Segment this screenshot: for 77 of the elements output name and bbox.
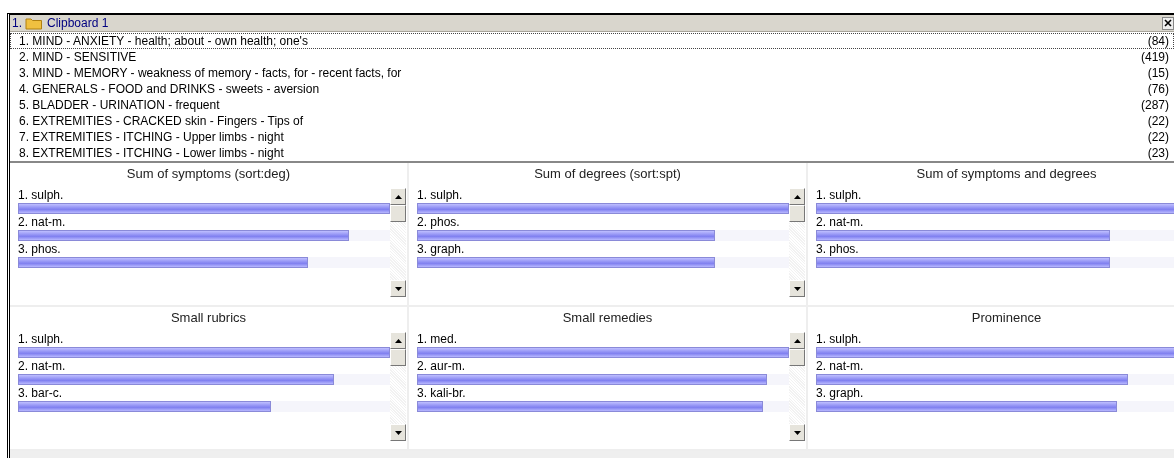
remedy-label: 1. sulph. bbox=[18, 188, 65, 203]
rubric-label: 2. MIND - SENSITIVE bbox=[19, 50, 137, 64]
rubric-count: (22) bbox=[1147, 114, 1169, 128]
rubric-count: (23) bbox=[1147, 146, 1169, 160]
rubric-count: (419) bbox=[1141, 50, 1169, 64]
panel-title: Prominence bbox=[970, 309, 1043, 327]
clipboard-title: Clipboard 1 bbox=[47, 16, 109, 30]
rubric-count: (84) bbox=[1147, 34, 1169, 48]
rubric-row[interactable]: 3. MIND - MEMORY - weakness of memory - facts, for - recent facts, for (15) bbox=[10, 65, 1174, 81]
up-arrow-icon bbox=[394, 194, 402, 199]
down-arrow-icon bbox=[793, 286, 801, 291]
scrollbar[interactable] bbox=[390, 188, 406, 297]
rubric-label: 6. EXTREMITIES - CRACKED skin - Fingers - Tips of bbox=[19, 114, 304, 128]
scroll-up-button[interactable] bbox=[789, 188, 805, 205]
folder-icon bbox=[25, 16, 43, 30]
down-arrow-icon bbox=[394, 430, 402, 435]
panel-title: Sum of symptoms and degrees bbox=[915, 165, 1098, 183]
scroll-down-button[interactable] bbox=[789, 424, 805, 441]
rubric-count: (76) bbox=[1147, 82, 1169, 96]
panel-title: Sum of degrees (sort:spt) bbox=[533, 165, 682, 183]
remedy-label: 2. nat-m. bbox=[18, 359, 67, 374]
rubric-row[interactable]: 7. EXTREMITIES - ITCHING - Upper limbs - night (22) bbox=[10, 129, 1174, 145]
remedy-label: 1. sulph. bbox=[18, 332, 65, 347]
rubric-label: 1. MIND - ANXIETY - health; about - own health; one's bbox=[19, 34, 308, 48]
scroll-thumb[interactable] bbox=[789, 205, 805, 222]
rubric-row[interactable]: 2. MIND - SENSITIVE (419) bbox=[10, 49, 1174, 65]
rubric-label: 7. EXTREMITIES - ITCHING - Upper limbs - night bbox=[19, 130, 284, 144]
remedy-label: 1. sulph. bbox=[417, 188, 464, 203]
clipboard-number: 1. bbox=[12, 16, 22, 30]
up-arrow-icon bbox=[793, 338, 801, 343]
up-arrow-icon bbox=[793, 194, 801, 199]
rubric-row[interactable]: 8. EXTREMITIES - ITCHING - Lower limbs - night (23) bbox=[10, 145, 1174, 161]
scroll-down-button[interactable] bbox=[390, 424, 406, 441]
rubric-row[interactable]: 5. BLADDER - URINATION - frequent (287) bbox=[10, 97, 1174, 113]
remedy-label: 1. sulph. bbox=[816, 188, 863, 203]
remedy-label: 3. kali-br. bbox=[417, 386, 467, 401]
remedy-label: 1. med. bbox=[417, 332, 459, 347]
scroll-up-button[interactable] bbox=[789, 332, 805, 349]
panel-title: Small rubrics bbox=[169, 309, 248, 327]
remedy-label: 3. graph. bbox=[816, 386, 865, 401]
rubric-label: 4. GENERALS - FOOD and DRINKS - sweets - aversion bbox=[19, 82, 320, 96]
scroll-thumb[interactable] bbox=[390, 205, 406, 222]
close-icon bbox=[1164, 19, 1172, 27]
remedy-label: 1. sulph. bbox=[816, 332, 863, 347]
close-button[interactable] bbox=[1162, 16, 1174, 30]
scroll-thumb[interactable] bbox=[390, 349, 406, 366]
scrollbar[interactable] bbox=[390, 332, 406, 441]
rubric-count: (15) bbox=[1147, 66, 1169, 80]
remedy-label: 2. nat-m. bbox=[18, 215, 67, 230]
rubric-row[interactable]: 6. EXTREMITIES - CRACKED skin - Fingers - Tips of (22) bbox=[10, 113, 1174, 129]
panel-title: Sum of symptoms (sort:deg) bbox=[125, 165, 292, 183]
rubric-row[interactable]: 1. MIND - ANXIETY - health; about - own health; one's (84) bbox=[10, 33, 1174, 49]
remedy-label: 2. nat-m. bbox=[816, 215, 865, 230]
scroll-down-button[interactable] bbox=[789, 280, 805, 297]
panel-title: Small remedies bbox=[561, 309, 654, 327]
scroll-up-button[interactable] bbox=[390, 188, 406, 205]
scroll-down-button[interactable] bbox=[390, 280, 406, 297]
remedy-label: 3. phos. bbox=[816, 242, 860, 257]
remedy-label: 3. bar-c. bbox=[18, 386, 63, 401]
remedy-label: 3. graph. bbox=[417, 242, 466, 257]
up-arrow-icon bbox=[394, 338, 402, 343]
rubric-label: 5. BLADDER - URINATION - frequent bbox=[19, 98, 220, 112]
down-arrow-icon bbox=[394, 286, 402, 291]
rubric-count: (22) bbox=[1147, 130, 1169, 144]
rubric-label: 8. EXTREMITIES - ITCHING - Lower limbs - night bbox=[19, 146, 284, 160]
rubric-count: (287) bbox=[1141, 98, 1169, 112]
remedy-label: 2. nat-m. bbox=[816, 359, 865, 374]
down-arrow-icon bbox=[793, 430, 801, 435]
remedy-label: 2. aur-m. bbox=[417, 359, 466, 374]
rubric-label: 3. MIND - MEMORY - weakness of memory - facts, for - recent facts, for bbox=[19, 66, 402, 80]
remedy-label: 2. phos. bbox=[417, 215, 461, 230]
scrollbar[interactable] bbox=[789, 188, 805, 297]
scroll-thumb[interactable] bbox=[789, 349, 805, 366]
rubric-row[interactable]: 4. GENERALS - FOOD and DRINKS - sweets - aversion (76) bbox=[10, 81, 1174, 97]
remedy-label: 3. phos. bbox=[18, 242, 62, 257]
scrollbar[interactable] bbox=[789, 332, 805, 441]
scroll-up-button[interactable] bbox=[390, 332, 406, 349]
